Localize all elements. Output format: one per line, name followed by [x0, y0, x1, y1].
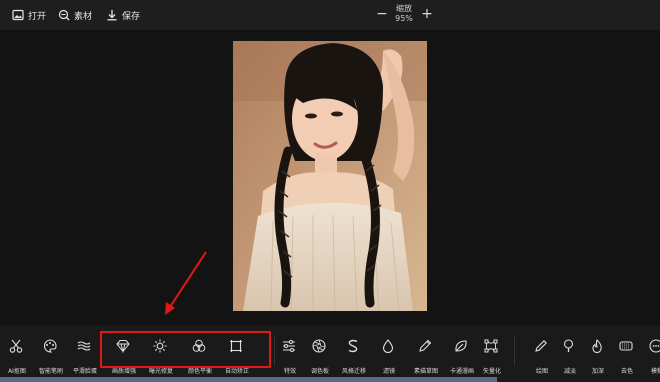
- sliders-icon: [283, 340, 295, 352]
- tool-waves-button[interactable]: 平滑脸蛋: [65, 335, 105, 375]
- desaturate-icon: [619, 341, 633, 351]
- leaf-icon: [455, 340, 467, 352]
- toolbar-divider: [514, 336, 515, 366]
- tool-blur-button[interactable]: 模糊: [637, 335, 660, 375]
- vector-nodes-icon: [484, 339, 498, 353]
- dodge-icon: [563, 339, 574, 352]
- pen-icon: [419, 339, 432, 352]
- toolbar-divider: [274, 336, 275, 366]
- drop-icon: [382, 339, 394, 353]
- blur-icon: [649, 339, 660, 353]
- palette-icon: [43, 339, 57, 353]
- tool-vector-nodes-button[interactable]: 矢量化: [472, 335, 512, 375]
- style-s-icon: [348, 339, 358, 353]
- annotation-arrow: [165, 251, 207, 315]
- tool-label: 矢量化: [482, 368, 501, 375]
- waves-icon: [77, 341, 91, 351]
- tool-label: 模糊: [650, 368, 660, 375]
- scissors-icon: [9, 339, 23, 353]
- pencil-icon: [535, 340, 547, 352]
- scroll-progress-bar[interactable]: [0, 377, 497, 382]
- aperture-icon: [312, 339, 326, 353]
- highlight-box: [100, 331, 271, 368]
- flame-icon: [592, 339, 602, 353]
